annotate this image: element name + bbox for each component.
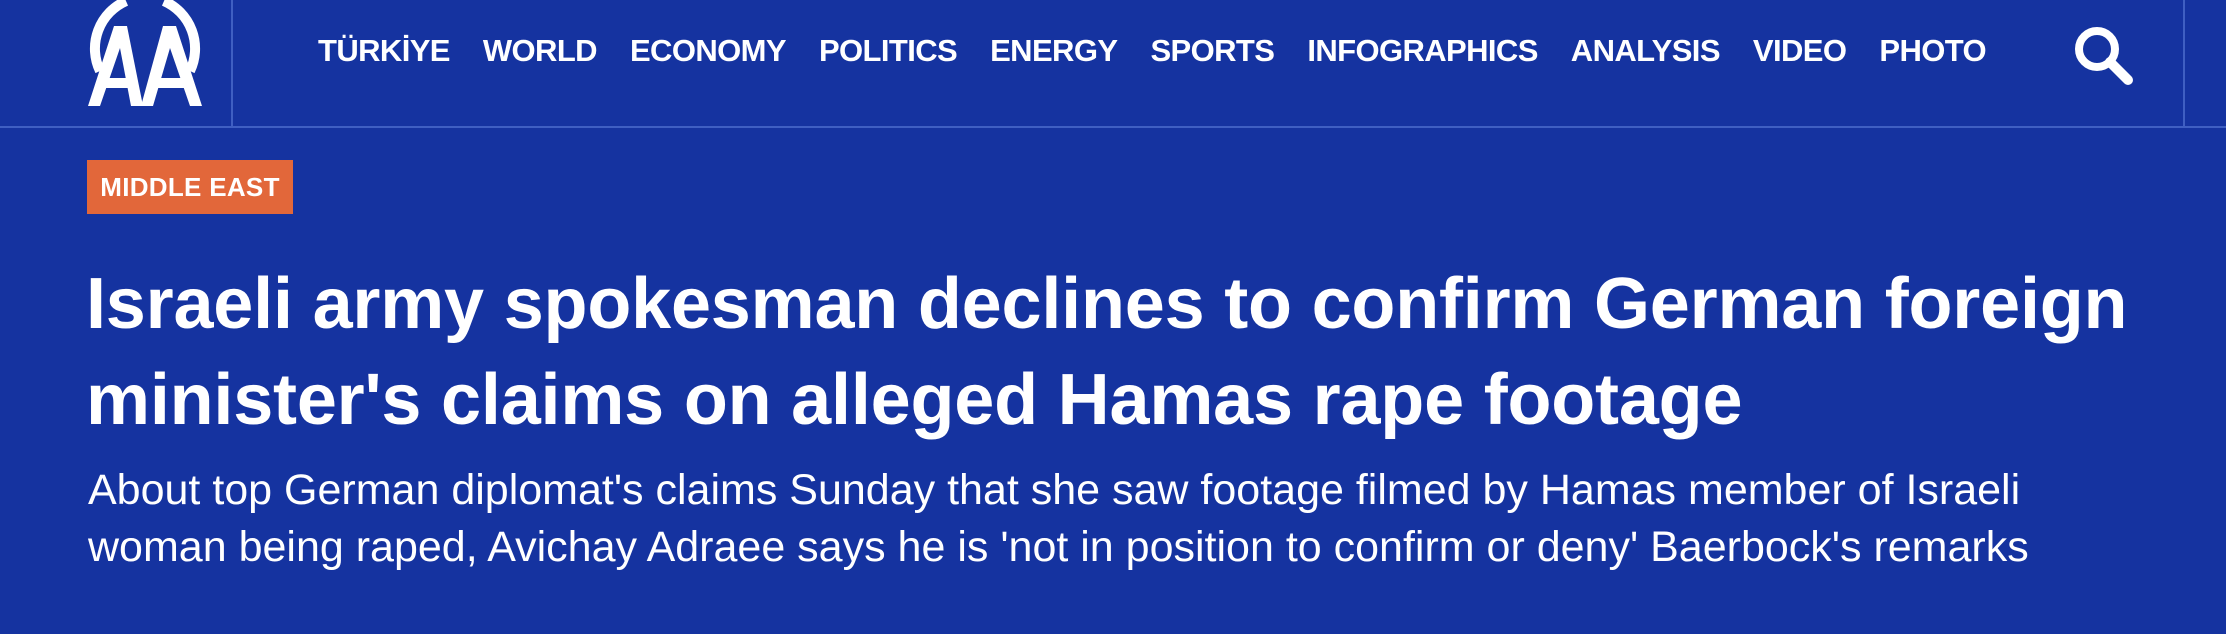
nav-item-world[interactable]: WORLD [483, 33, 598, 69]
nav-item-economy[interactable]: ECONOMY [630, 33, 787, 69]
main-nav: TÜRKİYE WORLD ECONOMY POLITICS ENERGY SP… [318, 28, 1987, 74]
nav-item-photo[interactable]: PHOTO [1879, 33, 1986, 69]
nav-item-turkiye[interactable]: TÜRKİYE [318, 33, 450, 69]
nav-item-analysis[interactable]: ANALYSIS [1571, 33, 1721, 69]
nav-item-energy[interactable]: ENERGY [990, 33, 1118, 69]
search-icon[interactable] [2072, 24, 2136, 88]
nav-item-video[interactable]: VIDEO [1753, 33, 1847, 69]
top-navigation-bar: AA TÜRKİYE WORLD ECONOMY POLITICS ENERGY… [0, 0, 2226, 128]
nav-item-sports[interactable]: SPORTS [1150, 33, 1274, 69]
article-summary: About top German diplomat's claims Sunda… [88, 466, 2029, 571]
article-headline: Israeli army spokesman declines to confi… [86, 264, 2128, 440]
nav-item-politics[interactable]: POLITICS [819, 33, 958, 69]
category-badge[interactable]: MIDDLE EAST [87, 160, 293, 214]
aa-logo[interactable] [86, 0, 204, 108]
nav-item-infographics[interactable]: INFOGRAPHICS [1307, 33, 1538, 69]
logo-area[interactable]: AA [0, 0, 233, 128]
header-right-divider [2183, 0, 2226, 128]
